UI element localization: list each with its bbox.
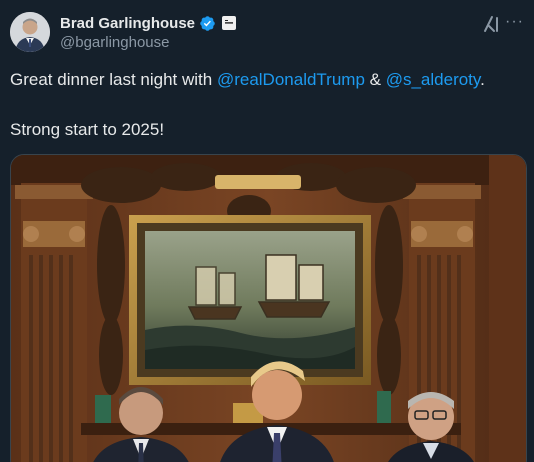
tweet-line-2: Strong start to 2025! [10,120,165,139]
grok-icon[interactable] [482,14,502,34]
tweet-text-suffix: . [480,70,485,89]
tweet-text-prefix: Great dinner last night with [10,70,217,89]
mention-s-alderoty[interactable]: @s_alderoty [386,70,480,89]
mention-realdonaldtrump[interactable]: @realDonaldTrump [217,70,365,89]
tweet-text: Great dinner last night with @realDonald… [10,68,520,142]
tweet-text-middle: & [364,70,386,89]
affiliate-badge-icon[interactable] [222,16,237,30]
user-handle[interactable]: @bgarlinghouse [60,34,169,51]
tweet-photo[interactable] [10,154,527,462]
dinner-photo [11,155,526,462]
name-row: Brad Garlinghouse [60,13,237,33]
verified-badge-icon[interactable] [199,15,216,32]
more-options-button[interactable]: ··· [505,13,524,31]
display-name[interactable]: Brad Garlinghouse [60,15,195,32]
tweet-line-1: Great dinner last night with @realDonald… [10,68,520,92]
tweet-header: Brad Garlinghouse @bgarlinghouse ··· [10,12,524,56]
avatar[interactable] [10,12,50,52]
profile-photo-icon [10,12,50,52]
affiliate-logo-icon [225,20,234,24]
